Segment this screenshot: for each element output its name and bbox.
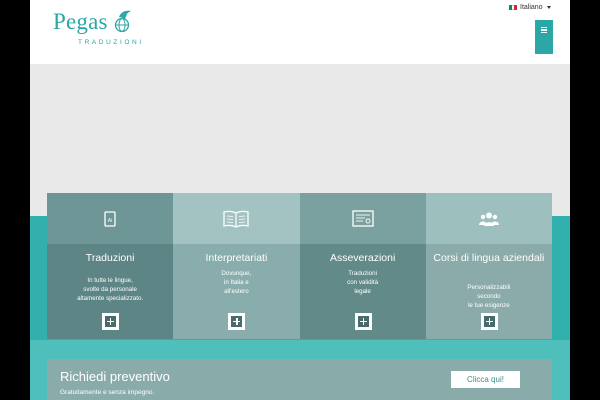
site-header: Pegas TRADUZIONI Italiano: [30, 0, 570, 64]
hamburger-icon: [541, 27, 547, 33]
service-desc-line: all'estero: [224, 288, 249, 295]
service-description: Personalizzabili secondo le tue esigenze: [434, 283, 544, 310]
quote-request-panel: Richiedi preventivo Gratuitamente e senz…: [47, 359, 552, 400]
service-card-corsi[interactable]: Corsi di lingua aziendali Personalizzabi…: [425, 193, 552, 339]
italy-flag-icon: [509, 4, 518, 10]
service-body: Asseverazioni Traduzioni con validità le…: [299, 244, 426, 339]
expand-button[interactable]: [354, 313, 372, 330]
expand-button[interactable]: [228, 313, 246, 330]
service-icon-area: [299, 193, 426, 244]
service-body: Corsi di lingua aziendali Personalizzabi…: [425, 244, 552, 339]
quote-subtitle: Gratuitamente e senza impegno.: [60, 389, 155, 396]
services-row: Ai Traduzioni In tutte le lingue, svolte…: [47, 193, 552, 339]
service-description: Traduzioni con validità legale: [308, 269, 418, 296]
service-desc-line: le tue esigenze: [468, 302, 510, 309]
service-desc-line: In tutte le lingue,: [87, 277, 133, 284]
quote-button[interactable]: Clicca qui!: [451, 371, 520, 388]
language-label: Italiano: [520, 3, 543, 11]
quote-title: Richiedi preventivo: [60, 369, 170, 384]
service-desc-line: altamente specializzato.: [77, 295, 144, 302]
service-body: Traduzioni In tutte le lingue, svolte da…: [47, 244, 174, 339]
logo-text: Pegas: [53, 9, 108, 34]
group-icon: [478, 212, 499, 226]
expand-button[interactable]: [480, 313, 498, 330]
service-title: Interpretariati: [205, 252, 268, 264]
book-icon: Ai: [104, 210, 116, 227]
service-desc-line: svolte da personale: [83, 286, 137, 293]
service-title: Corsi di lingua aziendali: [433, 252, 545, 264]
certificate-icon: [351, 210, 374, 227]
service-desc-line: legale: [354, 288, 371, 295]
service-card-asseverazioni[interactable]: Asseverazioni Traduzioni con validità le…: [299, 193, 426, 339]
service-icon-area: [173, 193, 300, 244]
menu-button[interactable]: [535, 20, 553, 54]
plus-icon: [105, 316, 116, 327]
service-desc-line: secondo: [477, 293, 501, 300]
plus-icon: [231, 316, 243, 327]
service-icon-area: Ai: [47, 193, 174, 244]
service-description: In tutte le lingue, svolte da personale …: [55, 276, 165, 303]
language-selector[interactable]: Italiano: [509, 2, 551, 12]
logo[interactable]: Pegas TRADUZIONI: [53, 6, 141, 46]
service-body: Interpretariati Dovunque, in Italia e al…: [173, 244, 300, 339]
service-desc-line: in Italia e: [223, 279, 249, 286]
expand-button[interactable]: [102, 313, 119, 330]
service-desc-line: Personalizzabili: [467, 284, 511, 291]
service-card-traduzioni[interactable]: Ai Traduzioni In tutte le lingue, svolte…: [47, 193, 174, 339]
service-icon-area: [425, 193, 552, 244]
service-desc-line: Traduzioni: [348, 270, 377, 277]
service-title: Traduzioni: [85, 252, 135, 264]
service-card-interpretariati[interactable]: Interpretariati Dovunque, in Italia e al…: [173, 193, 300, 339]
page: Pegas TRADUZIONI Italiano Ai Traduzioni …: [30, 0, 570, 400]
svg-text:Ai: Ai: [108, 218, 112, 224]
service-title: Asseverazioni: [329, 252, 396, 264]
plus-icon: [483, 316, 495, 327]
service-desc-line: Dovunque,: [221, 270, 252, 277]
service-desc-line: con validità: [347, 279, 379, 286]
plus-icon: [357, 316, 369, 327]
pegasus-globe-icon: [114, 10, 131, 33]
service-description: Dovunque, in Italia e all'estero: [181, 269, 291, 296]
open-book-icon: [223, 210, 250, 228]
logo-tagline: TRADUZIONI: [78, 39, 144, 46]
chevron-down-icon: [546, 5, 551, 9]
